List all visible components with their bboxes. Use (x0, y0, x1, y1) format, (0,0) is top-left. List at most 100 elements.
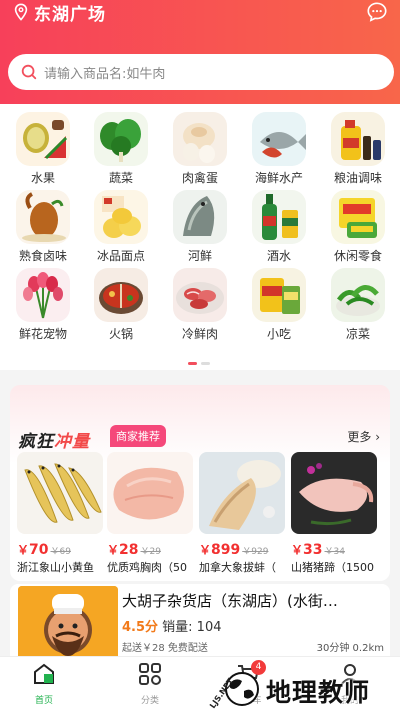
price-value: 899 (211, 542, 241, 558)
category-hotpot[interactable]: 火锅 (91, 268, 151, 342)
nav-label: 我的 (340, 696, 359, 706)
category-flowers-pets[interactable]: 鲜花宠物 (13, 268, 73, 342)
category-label: 海鲜水产 (254, 171, 303, 185)
category-label: 鲜花宠物 (18, 327, 67, 341)
nav-profile[interactable]: 我的 (320, 661, 380, 706)
promo-tag: 商家推荐 (110, 425, 166, 447)
category-snacks[interactable]: 休闲零食 (328, 190, 388, 264)
nav-label: 购物车 (234, 696, 262, 706)
category-chilled-meat[interactable]: 冷鲜肉 (170, 268, 230, 342)
category-label: 蔬菜 (108, 171, 133, 185)
location-text: 东湖广场 (34, 4, 106, 25)
price-value: 33 (303, 542, 323, 558)
store-score: 4.5分 (122, 620, 159, 635)
location-selector[interactable]: 东湖广场 (12, 0, 106, 25)
more-label: 更多 (347, 430, 372, 444)
bottom-nav: 首页 分类 4 购物车 我的 (0, 656, 400, 711)
header: 东湖广场 请输入商品名:如牛肉 (0, 0, 400, 108)
product-card[interactable]: ￥33 ￥34 山猪猪蹄（1500 (291, 452, 377, 575)
product-image (199, 452, 285, 534)
category-grain-oil[interactable]: 粮油调味 (328, 112, 388, 186)
meat-egg-icon (173, 112, 227, 166)
category-street-snacks[interactable]: 小吃 (249, 268, 309, 342)
category-drinks[interactable]: 酒水 (249, 190, 309, 264)
price-value: 28 (119, 542, 139, 558)
product-price: ￥28 (107, 542, 139, 558)
category-fruit[interactable]: 水果 (13, 112, 73, 186)
store-logo (18, 586, 118, 662)
category-label: 冰品面点 (96, 249, 145, 263)
street-snacks-icon (252, 268, 306, 322)
category-vegetable[interactable]: 蔬菜 (91, 112, 151, 186)
seafood-icon (252, 112, 306, 166)
search-bar[interactable]: 请输入商品名:如牛肉 (8, 54, 394, 90)
nav-category[interactable]: 分类 (120, 661, 180, 706)
category-label: 肉禽蛋 (181, 171, 218, 185)
nav-cart[interactable]: 4 购物车 (218, 660, 278, 706)
app-screen: 东湖广场 请输入商品名:如牛肉 水果 蔬菜 肉禽蛋 海鲜水产 粮油调味 熟食卤味… (0, 0, 400, 711)
price-value: 70 (29, 542, 49, 558)
more-link[interactable]: 更多 › (347, 428, 380, 445)
category-label: 冷鲜肉 (181, 327, 218, 341)
category-river-fish[interactable]: 河鲜 (170, 190, 230, 264)
original-price: ￥29 (140, 547, 161, 557)
category-seafood[interactable]: 海鲜水产 (249, 112, 309, 186)
search-icon (21, 64, 37, 80)
category-label: 休闲零食 (333, 249, 382, 263)
original-price: ￥34 (324, 547, 345, 557)
nav-label: 首页 (34, 696, 53, 706)
chevron-right-icon: › (371, 430, 380, 444)
product-card[interactable]: ￥70 ￥69 浙江象山小黄鱼 (17, 452, 103, 575)
category-cold-dishes[interactable]: 凉菜 (328, 268, 388, 342)
grain-oil-icon (331, 112, 385, 166)
category-label: 河鲜 (187, 249, 212, 263)
promo-title-part2: 冲量 (54, 432, 90, 452)
frozen-food-icon (94, 190, 148, 244)
vegetable-icon (94, 112, 148, 166)
category-grid: 水果 蔬菜 肉禽蛋 海鲜水产 粮油调味 熟食卤味 冰品面点 河鲜 酒水 休闲零食… (0, 104, 400, 370)
product-price: ￥33 (291, 542, 323, 558)
promo-title-part1: 疯狂 (18, 432, 54, 452)
page-dot (201, 362, 210, 365)
currency-symbol: ￥ (199, 543, 212, 557)
promo-section: 疯狂冲量 商家推荐 更多 › ￥70 ￥69 浙江象山小黄鱼 ￥28 ￥29 优质鸡… (10, 385, 390, 581)
location-pin-icon (14, 3, 28, 21)
product-price: ￥70 (17, 542, 49, 558)
page-dot-active (188, 362, 197, 365)
currency-symbol: ￥ (291, 543, 304, 557)
nav-label: 分类 (140, 696, 159, 706)
user-icon (340, 664, 360, 686)
currency-symbol: ￥ (107, 543, 120, 557)
store-distance: 30分钟 0.2km (316, 643, 384, 654)
snacks-icon (331, 190, 385, 244)
home-icon (34, 663, 54, 684)
product-image (107, 452, 193, 534)
product-image (17, 452, 103, 534)
hotpot-icon (94, 268, 148, 322)
message-icon[interactable] (366, 1, 388, 23)
product-image (291, 452, 377, 534)
category-label: 火锅 (108, 327, 133, 341)
category-meat-egg[interactable]: 肉禽蛋 (170, 112, 230, 186)
cart-badge: 4 (251, 660, 266, 675)
search-placeholder: 请输入商品名:如牛肉 (44, 66, 166, 82)
promo-title: 疯狂冲量 (18, 427, 90, 452)
product-name: 加拿大象拔蚌（ (199, 561, 276, 574)
fruit-icon (16, 112, 70, 166)
product-name: 浙江象山小黄鱼 (17, 561, 94, 574)
category-label: 粮油调味 (333, 171, 382, 185)
category-grid-icon (139, 663, 161, 685)
drinks-icon (252, 190, 306, 244)
currency-symbol: ￥ (17, 543, 30, 557)
category-frozen[interactable]: 冰品面点 (91, 190, 151, 264)
category-label: 熟食卤味 (18, 249, 67, 263)
store-sales: 销量: 104 (162, 620, 222, 635)
product-price: ￥899 (199, 542, 240, 558)
category-deli[interactable]: 熟食卤味 (13, 190, 73, 264)
river-fish-icon (173, 190, 227, 244)
product-card[interactable]: ￥28 ￥29 优质鸡胸肉（50 (107, 452, 193, 575)
cold-dishes-icon (331, 268, 385, 322)
nav-home[interactable]: 首页 (14, 661, 74, 706)
store-card[interactable]: 大胡子杂货店（东湖店）(水街… 4.5分 销量: 104 起送￥28 免费配送 … (10, 584, 390, 664)
product-card[interactable]: ￥899 ￥929 加拿大象拔蚌（ (199, 452, 285, 575)
